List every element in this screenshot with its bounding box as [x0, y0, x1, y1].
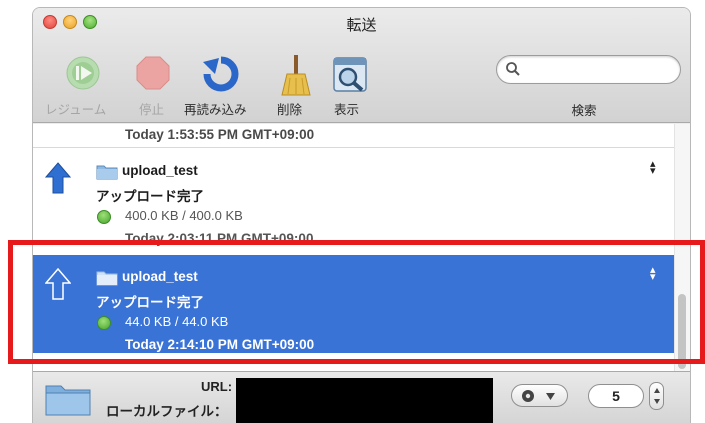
- reload-icon: [203, 56, 239, 92]
- broom-icon: [281, 55, 311, 96]
- stop-label: 停止: [139, 103, 165, 117]
- action-popup-button[interactable]: [511, 384, 568, 407]
- row-menu-stepper-icon[interactable]: ▴ ▾: [650, 159, 656, 177]
- folder-icon: [96, 165, 118, 180]
- show-icon: [333, 57, 367, 92]
- redacted-path: [236, 378, 493, 423]
- row-divider: [33, 147, 674, 148]
- transfer-status: アップロード完了: [96, 189, 204, 204]
- status-dot-icon: [97, 210, 111, 224]
- chevron-down-icon: [546, 393, 555, 400]
- local-file-label: ローカルファイル：: [106, 404, 228, 419]
- transfer-row[interactable]: upload_test ▴ ▾ アップロード完了 400.0 KB / 400.0…: [33, 149, 674, 247]
- file-name: upload_test: [122, 163, 198, 178]
- resume-icon: [66, 56, 100, 90]
- search-label: 検索: [571, 104, 597, 118]
- url-label: URL:: [201, 379, 233, 394]
- transfer-size: 400.0 KB / 400.0 KB: [125, 208, 243, 223]
- title-toolbar: 転送 レジューム 停止 再読み込み 削除 表示 検索: [33, 8, 690, 123]
- connections-field[interactable]: 5: [588, 384, 644, 408]
- connections-stepper[interactable]: [649, 382, 664, 410]
- stop-icon: [136, 56, 170, 90]
- local-folder-icon: [45, 385, 91, 416]
- highlight-box: [8, 240, 705, 364]
- previous-transfer-time: Today 1:53:55 PM GMT+09:00: [125, 127, 315, 142]
- transfer-details-bar: URL: ローカルファイル： 5: [33, 371, 690, 423]
- search-icon: [506, 62, 520, 76]
- reload-label: 再読み込み: [184, 103, 247, 117]
- delete-label: 削除: [277, 103, 303, 117]
- window-title: 転送: [346, 17, 377, 34]
- upload-arrow-icon: [45, 162, 71, 194]
- resume-label: レジューム: [45, 103, 107, 117]
- gear-icon: [522, 390, 534, 402]
- show-label: 表示: [334, 103, 360, 117]
- stepper-arrows-icon: [654, 388, 660, 404]
- search-input[interactable]: [496, 55, 681, 84]
